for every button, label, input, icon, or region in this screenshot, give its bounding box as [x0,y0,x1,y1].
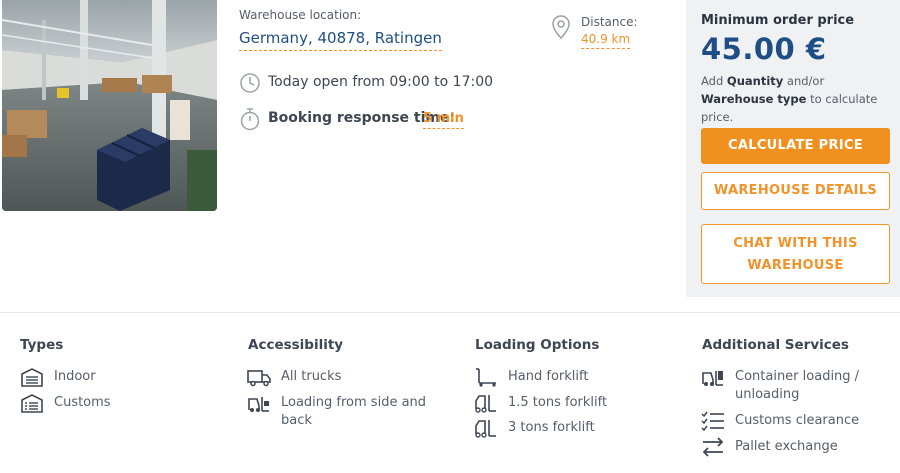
loading-hand-forklift: Hand forklift [508,369,589,384]
price-hint: Add Quantity and/or Warehouse type to ca… [701,74,878,124]
customs-building-icon [20,393,44,413]
stopwatch-icon [239,107,261,131]
type-indoor: Indoor [54,369,96,384]
exchange-arrows-icon [701,437,725,457]
map-pin-icon [550,14,572,40]
section-divider [0,312,900,313]
clock-icon [239,72,261,94]
loading-3-tons-forklift: 3 tons forklift [508,420,595,435]
location-value[interactable]: Germany, 40878, Ratingen [239,28,442,51]
service-customs-clearance: Customs clearance [735,413,860,428]
warehouse-photo[interactable] [2,0,217,211]
hint-quantity: Quantity [726,74,784,88]
forklift-loading-icon [247,393,271,413]
minimum-order-label: Minimum order price [701,13,855,28]
location-label: Warehouse location: [239,8,362,22]
container-loading-icon [701,367,725,387]
distance-label: Distance: [581,15,638,29]
forklift-icon [474,418,498,438]
loading-options-title: Loading Options [475,337,600,353]
chat-button-line-2: WAREHOUSE [747,258,844,273]
accessibility-title: Accessibility [248,337,344,353]
warehouse-details-button[interactable]: WAREHOUSE DETAILS [701,172,890,210]
type-customs: Customs [54,395,111,410]
calculate-price-button[interactable]: CALCULATE PRICE [701,128,890,164]
hand-forklift-icon [474,367,498,387]
minimum-order-price: 45.00 € [701,32,827,66]
truck-icon [247,367,271,387]
hint-warehouse-type: Warehouse type [701,92,807,106]
booking-response-value[interactable]: 5 min [423,110,464,129]
chat-button-line-1: CHAT WITH THIS [733,236,858,251]
chat-with-warehouse-button[interactable]: CHAT WITH THIS WAREHOUSE [701,224,890,284]
warehouse-icon [20,367,44,387]
distance-value[interactable]: 40.9 km [581,31,631,49]
types-title: Types [20,337,64,353]
opening-hours-text: Today open from 09:00 to 17:00 [268,74,494,90]
service-pallet-exchange: Pallet exchange [735,439,838,454]
checklist-icon [701,411,725,432]
access-loading-side-back: Loading from side and back [281,395,427,428]
forklift-icon [474,393,498,413]
additional-services-title: Additional Services [702,337,849,353]
service-container-loading: Container loading / unloading [735,369,860,402]
loading-1-5-tons-forklift: 1.5 tons forklift [508,395,608,410]
access-all-trucks: All trucks [281,369,342,384]
